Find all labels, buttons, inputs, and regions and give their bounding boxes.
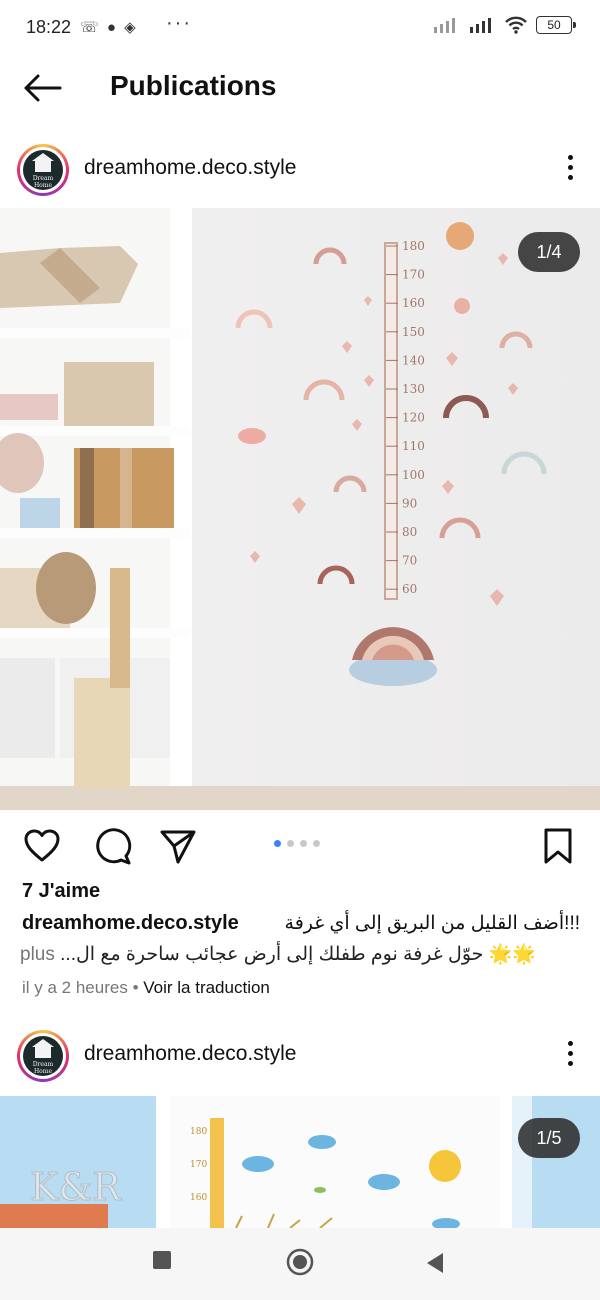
carousel-dot [287,840,294,847]
ruler-label: 60 [402,582,417,596]
media-counter-2: 1/5 [518,1118,580,1158]
ruler-label: 130 [402,382,425,396]
status-time: 18:22 [26,17,72,37]
square-icon[interactable] [152,1250,172,1270]
more-options-icon[interactable] [562,152,578,186]
carousel-dot [300,840,307,847]
ruler-label: 180 [402,239,425,253]
ruler-label: 100 [402,468,425,482]
carousel-dot [274,840,281,847]
navigation-bar [0,1228,600,1300]
media-counter: 1/4 [518,232,580,272]
overflow-dots-icon: ··· [166,12,192,34]
avatar-2[interactable]: Dream Home [17,1030,69,1082]
ruler-label: 80 [402,525,417,539]
page-title: Publications [110,70,277,101]
ruler-label: 70 [402,554,417,568]
carousel-indicator [274,840,320,847]
avatar-logo-text-2: Dream Home [32,1061,54,1075]
comment-icon[interactable] [92,826,132,866]
translate-link[interactable]: Voir la traduction [143,978,270,997]
ruler-label-2: 180 [190,1127,207,1137]
photo-letters: K&R [30,1165,122,1209]
ruler-label-2: 170 [190,1160,207,1170]
more-options-icon-2[interactable] [562,1038,578,1072]
likes-count[interactable]: 7 J'aime [22,880,100,903]
post-header: Dream Home dreamhome.deco.style [0,136,600,204]
caption-username[interactable]: dreamhome.deco.style [22,912,239,935]
post-username[interactable]: dreamhome.deco.style [84,156,296,180]
back-arrow-icon[interactable] [22,72,62,104]
post-meta: il y a 2 heures • Voir la traduction [22,978,270,997]
post-image-2[interactable]: K&R 180 170 160 1/5 [0,1096,600,1228]
post-username-2[interactable]: dreamhome.deco.style [84,1042,296,1066]
post-actions [0,822,600,870]
status-right: 50 [432,16,576,34]
ruler-label: 140 [402,353,425,367]
caption-line-2: plus 🌟🌟 حوّل غرفة نوم طفلك إلى أرض عجائب… [20,942,580,966]
carousel-dot [313,840,320,847]
nursery-wall-photo: 180 170 160 150 140 130 120 110 100 90 80 70 60 [0,208,600,810]
ruler-label: 90 [402,496,417,510]
share-icon[interactable] [158,826,198,866]
wifi-icon [505,16,527,34]
heart-icon[interactable] [22,826,62,866]
ruler-label: 120 [402,411,425,425]
caption-line-1: !!!أضف القليل من البريق إلى أي غرفة [284,913,580,934]
bookmark-icon[interactable] [538,826,578,866]
caption-more-link[interactable]: plus [20,944,55,965]
avatar[interactable]: Dream Home [17,144,69,196]
nursery-photo-2: K&R 180 170 160 [0,1096,600,1228]
ruler-label: 160 [402,296,425,310]
post-image[interactable]: 180 170 160 150 140 130 120 110 100 90 80 70 60 1/4 [0,208,600,810]
post-time: il y a 2 heures [22,978,128,997]
app-bar: Publications [0,56,600,120]
triangle-back-icon[interactable] [426,1252,444,1274]
ruler-label: 170 [402,268,425,282]
battery-indicator: 50 [536,16,576,34]
ruler-label: 110 [402,439,425,453]
ruler-label-2: 160 [190,1193,207,1203]
signal-icon [434,18,455,33]
notification-icons: ☏ ● ◈ [80,19,138,36]
signal-icon-2 [470,18,491,33]
ruler-label: 150 [402,325,425,339]
avatar-logo-text: Dream Home [32,175,54,189]
status-bar: 18:22 ☏ ● ◈ ··· 50 [0,0,600,56]
caption-line-2-text: 🌟🌟 حوّل غرفة نوم طفلك إلى أرض عجائب ساحر… [60,944,536,965]
circle-icon[interactable] [286,1248,314,1276]
post-header-2: Dream Home dreamhome.deco.style [0,1022,600,1090]
